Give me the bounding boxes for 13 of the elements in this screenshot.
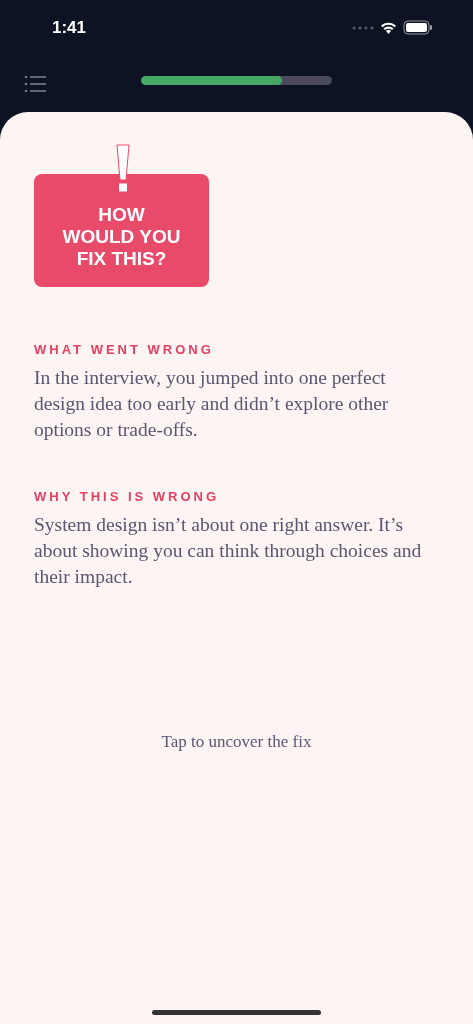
reveal-hint[interactable]: Tap to uncover the fix [161,732,312,752]
menu-icon[interactable] [24,74,47,93]
battery-icon [403,20,433,35]
status-time: 1:41 [52,17,87,38]
signal-icon [352,25,374,30]
sign-text: HOW [98,203,145,226]
sign-text: FIX THIS? [76,247,167,270]
section-heading: WHY THIS IS WRONG [34,489,221,504]
sign-text: WOULD YOU [62,225,181,248]
section-heading: WHAT WENT WRONG [34,342,215,357]
section-body: System design isn’t about one right answer. It’s about showing you can think through choices and their impact. [34,513,423,589]
wifi-icon [380,21,397,34]
section-body: In the interview, you jumped into one perfect design idea too early and didn’t explore other options or trade-offs. [34,366,390,442]
